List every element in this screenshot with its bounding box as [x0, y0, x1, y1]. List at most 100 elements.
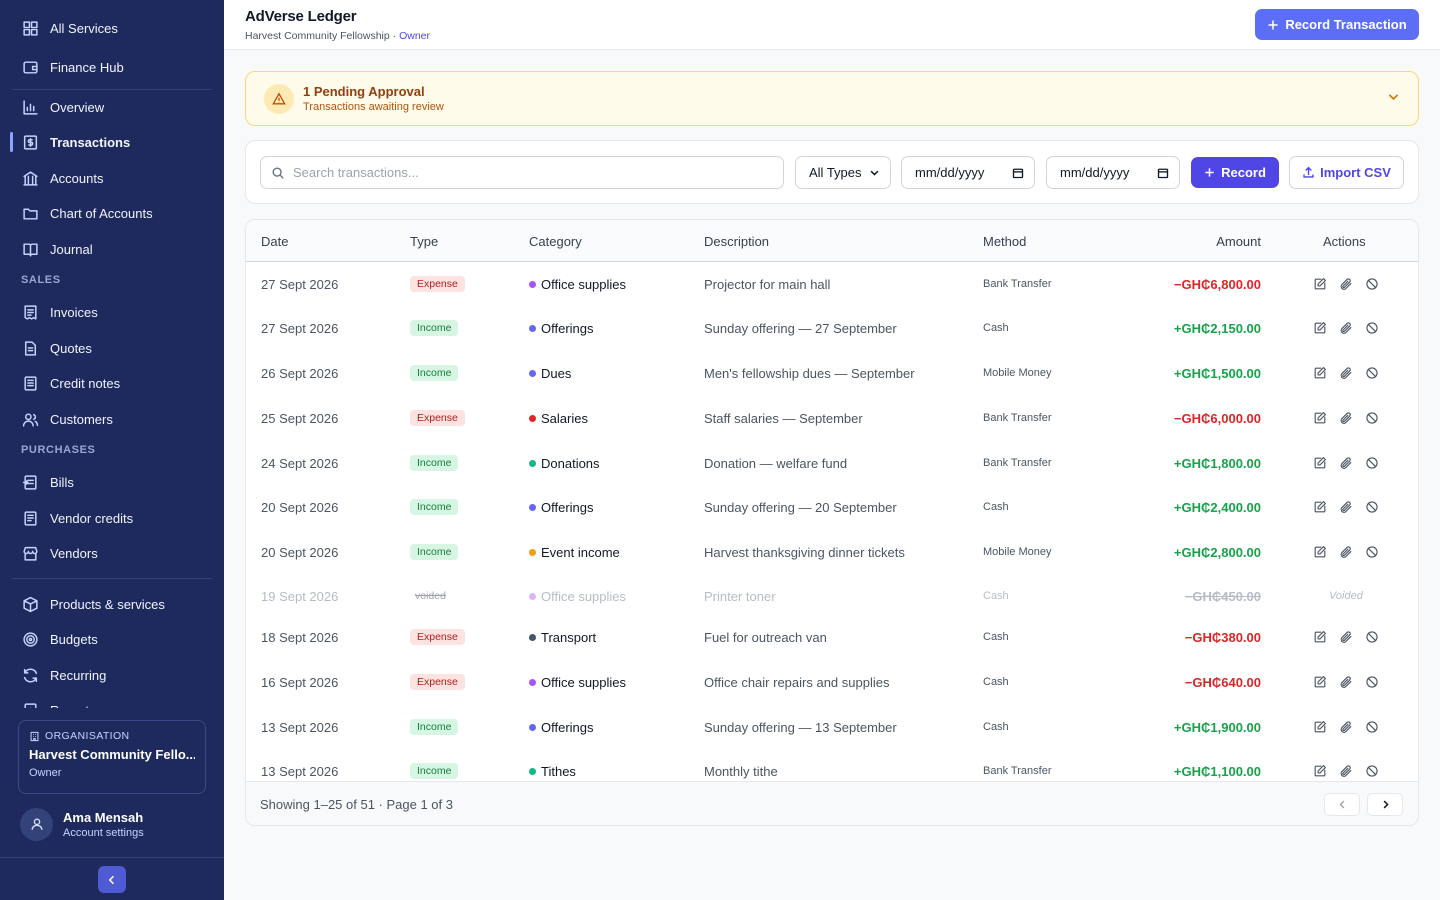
- sidebar-item-budgets[interactable]: Budgets: [12, 624, 212, 654]
- attachment-icon[interactable]: [1339, 764, 1353, 778]
- record-transaction-button[interactable]: Record Transaction: [1255, 9, 1419, 40]
- search-input[interactable]: [293, 165, 773, 180]
- table-row[interactable]: 27 Sept 2026 Income Offerings Sunday offeri…: [246, 306, 1418, 350]
- date-from-input[interactable]: mm/dd/yyyy: [901, 156, 1035, 189]
- table-row[interactable]: 24 Sept 2026 Income Donations Donation — we…: [246, 441, 1418, 485]
- sidebar-item-customers[interactable]: Customers: [12, 404, 212, 434]
- edit-icon[interactable]: [1313, 764, 1327, 778]
- sidebar-item-overview[interactable]: Overview: [12, 92, 212, 122]
- attachment-icon[interactable]: [1339, 720, 1353, 734]
- table-row[interactable]: 26 Sept 2026 Income Dues Men's fellowship d…: [246, 351, 1418, 395]
- void-icon[interactable]: [1365, 630, 1379, 644]
- column-header-amount[interactable]: Amount: [1216, 234, 1261, 249]
- table-row[interactable]: 25 Sept 2026 Expense Salaries Staff salarie…: [246, 396, 1418, 440]
- sidebar-item-journal[interactable]: Journal: [12, 234, 212, 264]
- attachment-icon[interactable]: [1339, 630, 1353, 644]
- table-row[interactable]: 20 Sept 2026 Income Offerings Sunday offeri…: [246, 485, 1418, 529]
- dollar-receipt-icon: [21, 133, 39, 151]
- void-icon[interactable]: [1365, 411, 1379, 425]
- type-badge: Income: [410, 320, 459, 336]
- type-badge: Income: [410, 365, 459, 381]
- attachment-icon[interactable]: [1339, 500, 1353, 514]
- record-button[interactable]: Record: [1191, 157, 1279, 188]
- cell-description: Fuel for outreach van: [704, 629, 827, 645]
- date-from-value: mm/dd/yyyy: [915, 165, 985, 180]
- sidebar-item-products-services[interactable]: Products & services: [12, 589, 212, 619]
- edit-icon[interactable]: [1313, 545, 1327, 559]
- sidebar-item-credit-notes[interactable]: Credit notes: [12, 368, 212, 398]
- table-footer: Showing 1–25 of 51 · Page 1 of 3: [246, 781, 1418, 825]
- table-row[interactable]: 20 Sept 2026 Income Event income Harvest th…: [246, 530, 1418, 574]
- type-filter-select[interactable]: All Types: [795, 156, 891, 189]
- table-row[interactable]: 18 Sept 2026 Expense Transport Fuel for out…: [246, 615, 1418, 659]
- sidebar-item-label: Budgets: [50, 631, 98, 647]
- purchases-section-label: PURCHASES: [21, 444, 96, 456]
- attachment-icon[interactable]: [1339, 366, 1353, 380]
- sidebar-item-all-services[interactable]: All Services: [12, 13, 212, 43]
- sidebar-divider: [12, 578, 212, 579]
- cell-category: Donations: [529, 441, 600, 485]
- column-header-type[interactable]: Type: [410, 234, 438, 249]
- attachment-icon[interactable]: [1339, 411, 1353, 425]
- void-icon[interactable]: [1365, 720, 1379, 734]
- edit-icon[interactable]: [1313, 675, 1327, 689]
- date-to-value: mm/dd/yyyy: [1060, 165, 1130, 180]
- edit-icon[interactable]: [1313, 321, 1327, 335]
- void-icon[interactable]: [1365, 675, 1379, 689]
- sidebar-item-recurring[interactable]: Recurring: [12, 660, 212, 690]
- sidebar-item-vendor-credits[interactable]: Vendor credits: [12, 503, 212, 533]
- table-row[interactable]: 13 Sept 2026 Income Tithes Monthly tithe Ban…: [246, 749, 1418, 781]
- organisation-card[interactable]: ORGANISATION Harvest Community Fello... …: [18, 720, 206, 794]
- table-row[interactable]: 27 Sept 2026 Expense Office supplies Projec…: [246, 262, 1418, 306]
- void-icon[interactable]: [1365, 456, 1379, 470]
- void-icon[interactable]: [1365, 321, 1379, 335]
- search-box[interactable]: [260, 156, 784, 189]
- edit-icon[interactable]: [1313, 456, 1327, 470]
- next-page-button[interactable]: [1367, 793, 1403, 816]
- cell-type: Income: [410, 530, 459, 574]
- attachment-icon[interactable]: [1339, 321, 1353, 335]
- sidebar-item-quotes[interactable]: Quotes: [12, 333, 212, 363]
- sidebar-item-accounts[interactable]: Accounts: [12, 163, 212, 193]
- sidebar-item-transactions[interactable]: Transactions: [10, 127, 212, 157]
- table-row[interactable]: 13 Sept 2026 Income Offerings Sunday offeri…: [246, 705, 1418, 749]
- sidebar-item-vendors[interactable]: Vendors: [12, 538, 212, 568]
- sidebar-item-chart-of-accounts[interactable]: Chart of Accounts: [12, 198, 212, 228]
- void-icon[interactable]: [1365, 500, 1379, 514]
- edit-icon[interactable]: [1313, 630, 1327, 644]
- edit-icon[interactable]: [1313, 500, 1327, 514]
- edit-icon[interactable]: [1313, 720, 1327, 734]
- import-csv-button[interactable]: Import CSV: [1289, 156, 1404, 189]
- collapse-sidebar-button[interactable]: [98, 866, 126, 893]
- category-label: Salaries: [541, 410, 588, 426]
- column-header-date[interactable]: Date: [261, 234, 288, 249]
- chevron-down-icon[interactable]: [1387, 90, 1400, 106]
- edit-icon[interactable]: [1313, 366, 1327, 380]
- void-icon[interactable]: [1365, 366, 1379, 380]
- attachment-icon[interactable]: [1339, 277, 1353, 291]
- column-header-description[interactable]: Description: [704, 234, 769, 249]
- pending-approval-banner[interactable]: 1 Pending Approval Transactions awaiting…: [245, 71, 1419, 126]
- cell-method: Cash: [983, 501, 1009, 513]
- edit-icon[interactable]: [1313, 277, 1327, 291]
- type-badge: Expense: [410, 276, 465, 292]
- attachment-icon[interactable]: [1339, 456, 1353, 470]
- void-icon[interactable]: [1365, 277, 1379, 291]
- column-header-category[interactable]: Category: [529, 234, 582, 249]
- edit-icon[interactable]: [1313, 411, 1327, 425]
- account-settings-link[interactable]: Ama Mensah Account settings: [20, 806, 210, 842]
- date-to-input[interactable]: mm/dd/yyyy: [1046, 156, 1180, 189]
- void-icon[interactable]: [1365, 545, 1379, 559]
- sidebar-item-invoices[interactable]: Invoices: [12, 297, 212, 327]
- void-icon[interactable]: [1365, 764, 1379, 778]
- sidebar-divider: [12, 89, 212, 90]
- table-row[interactable]: 19 Sept 2026 voided Office supplies Printer…: [246, 574, 1418, 614]
- previous-page-button[interactable]: [1324, 793, 1360, 816]
- sidebar-item-bills[interactable]: Bills: [12, 467, 212, 497]
- column-header-method[interactable]: Method: [983, 234, 1026, 249]
- attachment-icon[interactable]: [1339, 675, 1353, 689]
- table-row[interactable]: 16 Sept 2026 Expense Office supplies Office…: [246, 660, 1418, 704]
- attachment-icon[interactable]: [1339, 545, 1353, 559]
- sidebar-item-reports[interactable]: Reports: [12, 695, 212, 708]
- sidebar-item-finance-hub[interactable]: Finance Hub: [12, 52, 212, 82]
